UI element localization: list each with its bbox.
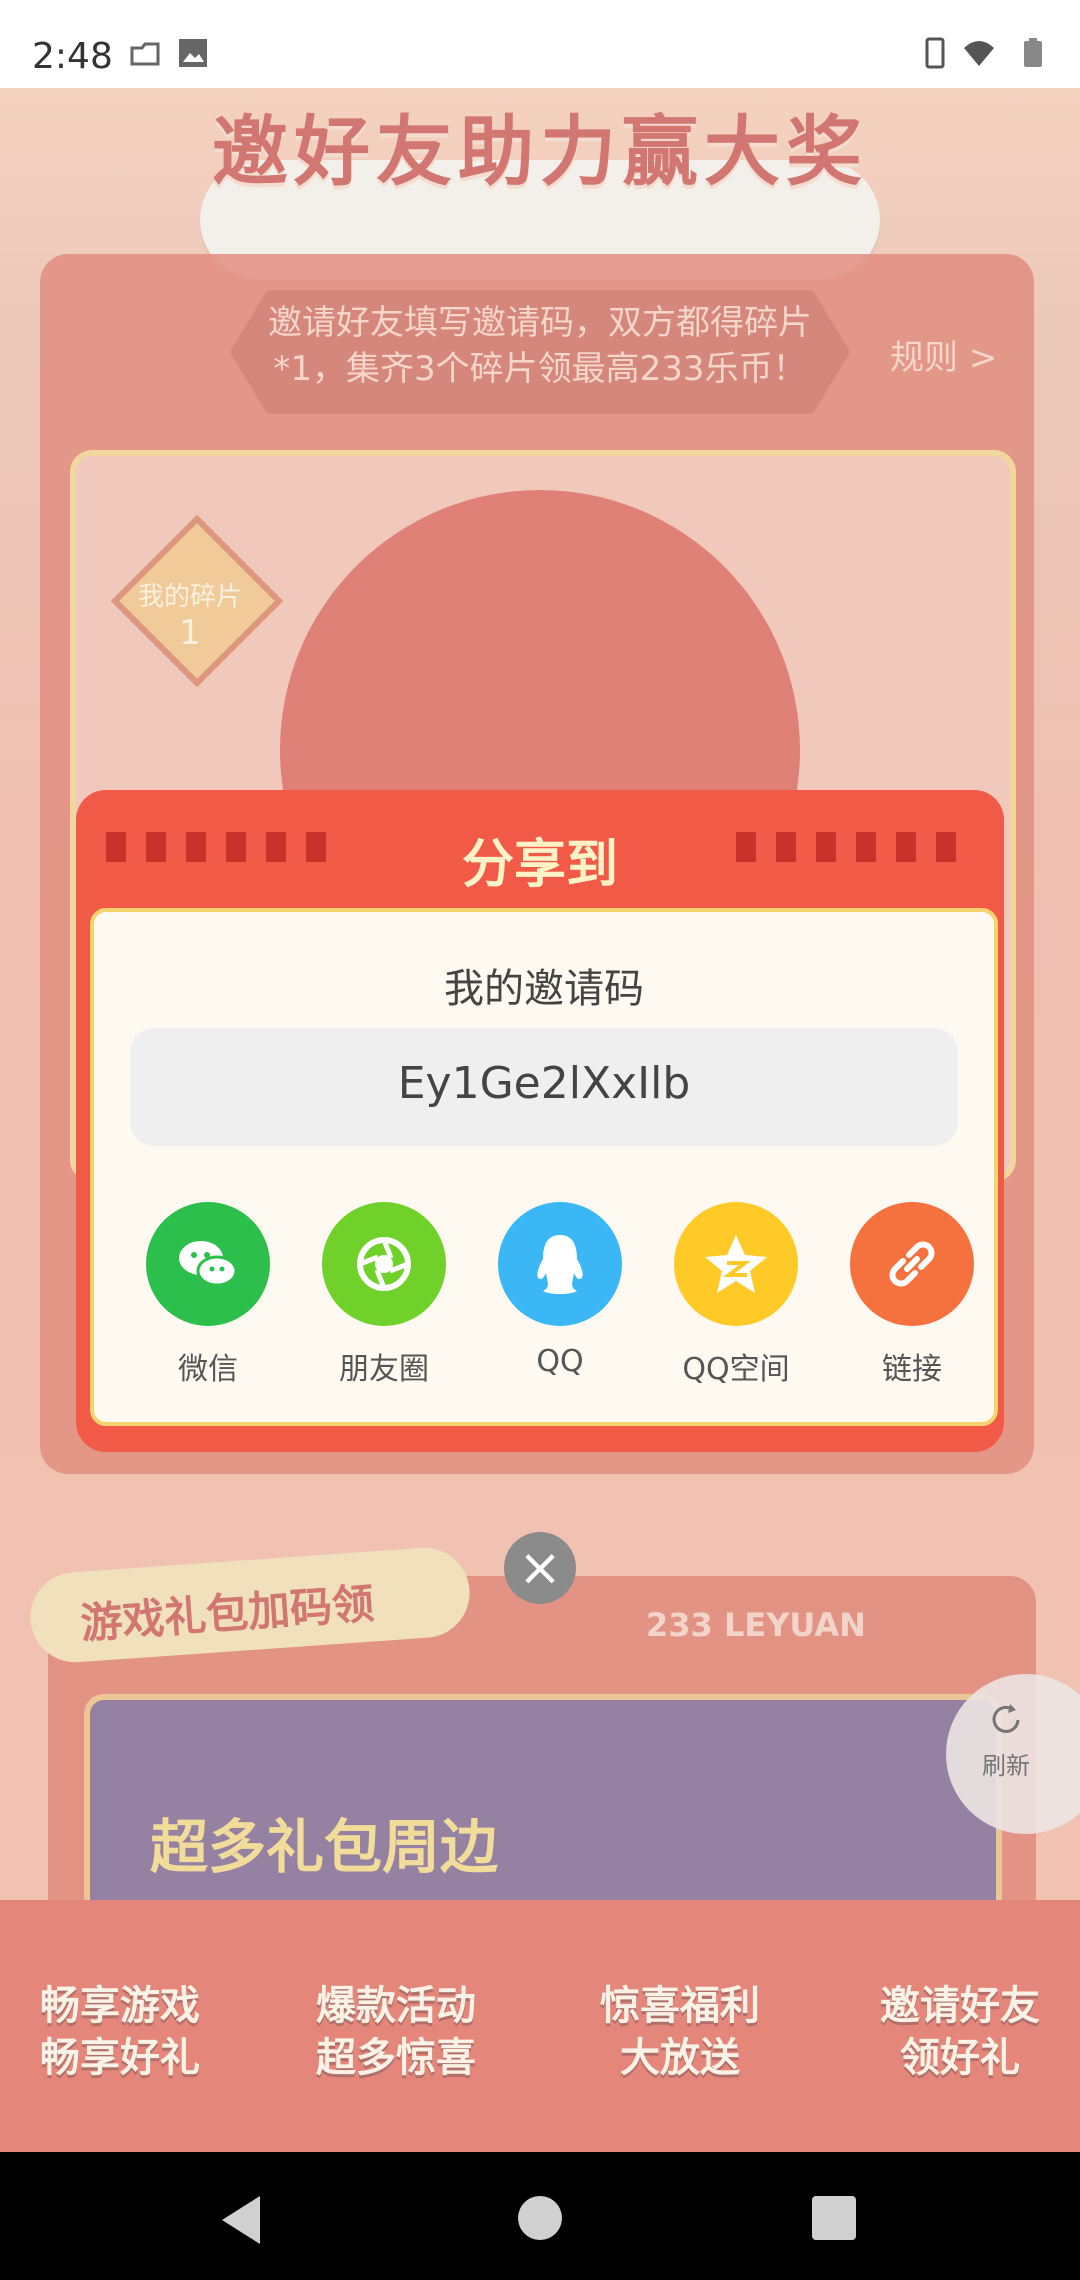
- image-icon: [179, 39, 207, 67]
- share-label: QQ: [536, 1344, 584, 1379]
- share-link-button[interactable]: 链接: [832, 1202, 992, 1387]
- share-qq-button[interactable]: QQ: [480, 1202, 640, 1382]
- phone-icon: [925, 37, 945, 69]
- battery-icon: [1024, 38, 1042, 67]
- moments-icon: [322, 1202, 446, 1326]
- back-icon[interactable]: [222, 2196, 260, 2244]
- share-qzone-button[interactable]: QQ空间: [656, 1202, 816, 1387]
- share-label: QQ空间: [682, 1352, 790, 1387]
- share-dialog: 分享到 我的邀请码 Ey1Ge2lXxIlb 微信 朋友圈 QQ QQ空间 链接: [76, 790, 1004, 1452]
- link-icon: [850, 1202, 974, 1326]
- share-label: 微信: [178, 1352, 238, 1387]
- invite-code: Ey1Ge2lXxIlb: [397, 1058, 691, 1109]
- close-icon[interactable]: ×: [504, 1532, 576, 1604]
- folder-icon: [130, 42, 160, 66]
- invite-code-box[interactable]: Ey1Ge2lXxIlb: [130, 1028, 958, 1146]
- dialog-title: 分享到: [461, 835, 618, 895]
- status-bar: 2:48: [0, 0, 1080, 88]
- invite-code-label: 我的邀请码: [444, 966, 644, 1012]
- share-moments-button[interactable]: 朋友圈: [304, 1202, 464, 1387]
- wechat-icon: [146, 1202, 270, 1326]
- qq-icon: [498, 1202, 622, 1326]
- share-label: 链接: [882, 1352, 942, 1387]
- status-time: 2:48: [32, 36, 113, 77]
- share-label: 朋友圈: [339, 1352, 429, 1387]
- share-wechat-button[interactable]: 微信: [128, 1202, 288, 1387]
- dialog-content: 我的邀请码 Ey1Ge2lXxIlb 微信 朋友圈 QQ QQ空间 链接: [90, 908, 998, 1426]
- home-icon[interactable]: [518, 2196, 562, 2240]
- qzone-icon: [674, 1202, 798, 1326]
- recents-icon[interactable]: [812, 2196, 856, 2240]
- wifi-icon: [964, 41, 994, 66]
